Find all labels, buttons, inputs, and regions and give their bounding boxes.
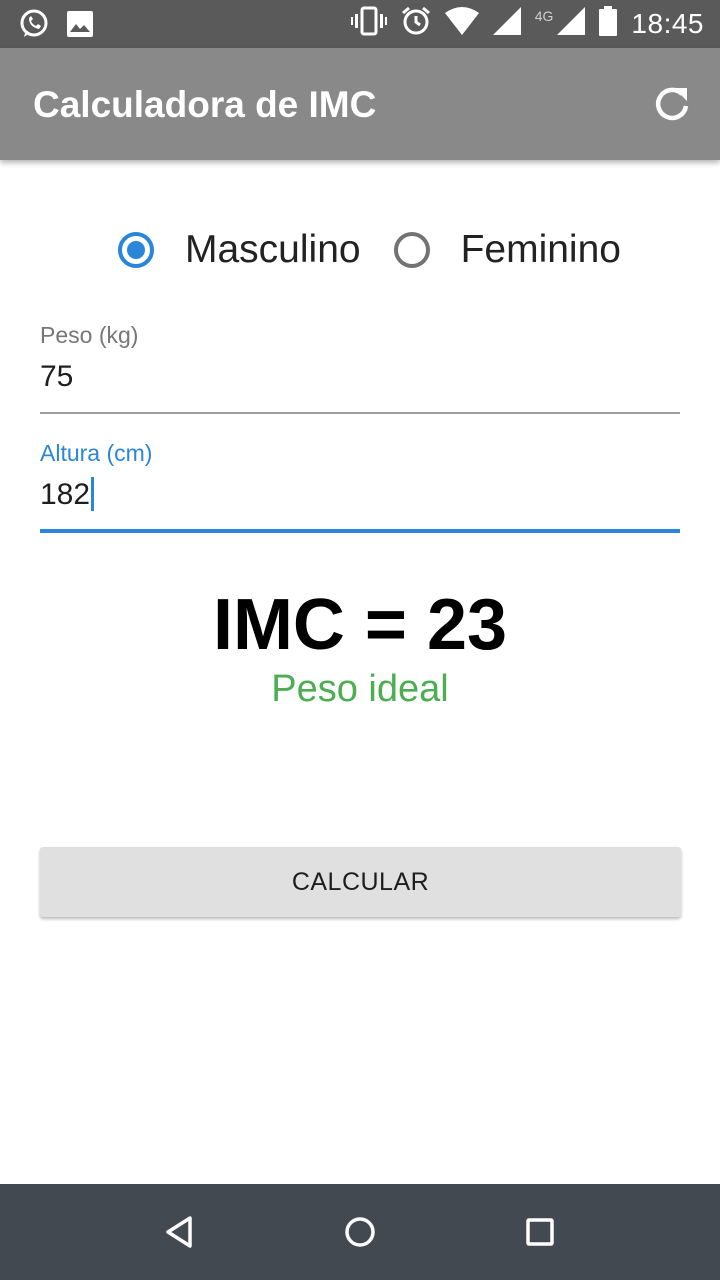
recents-button[interactable] [518, 1210, 562, 1254]
home-icon [345, 1217, 375, 1247]
height-underline [40, 529, 680, 533]
radio-masculino[interactable]: Masculino [118, 228, 361, 272]
weight-underline [40, 412, 680, 414]
vibrate-icon [350, 6, 387, 41]
radio-label-masculino: Masculino [185, 228, 361, 271]
height-value: 182 [40, 478, 91, 511]
refresh-button[interactable] [650, 82, 694, 126]
gender-radio-group: Masculino Feminino [118, 222, 621, 278]
weight-field[interactable]: Peso (kg) 75 [40, 322, 680, 414]
alarm-icon [401, 6, 431, 41]
status-time: 18:45 [631, 7, 704, 39]
calculate-button[interactable]: CALCULAR [40, 847, 681, 917]
radio-unchecked-icon[interactable] [393, 232, 430, 268]
back-icon [166, 1216, 192, 1248]
height-field[interactable]: Altura (cm) 182 [40, 440, 680, 533]
status-bar: 4G 18:45 [0, 0, 720, 48]
refresh-icon [655, 87, 689, 121]
app-title: Calculadora de IMC [33, 84, 377, 125]
signal-icon [492, 7, 521, 40]
app-bar: Calculadora de IMC [0, 48, 720, 160]
back-button[interactable] [158, 1210, 202, 1254]
recents-icon [526, 1218, 554, 1246]
screen: 4G 18:45 Calculadora de IMC Masculino Fe… [0, 0, 720, 1280]
weight-input[interactable]: 75 [40, 357, 680, 397]
radio-label-feminino: Feminino [460, 228, 621, 271]
network-type: 4G [534, 7, 554, 24]
radio-feminino[interactable]: Feminino [393, 228, 621, 272]
battery-icon [599, 6, 618, 41]
weight-value: 75 [40, 360, 74, 393]
height-label: Altura (cm) [40, 440, 153, 466]
imc-status: Peso ideal [271, 668, 449, 710]
wifi-icon [444, 7, 479, 40]
home-button[interactable] [338, 1210, 382, 1254]
gallery-icon [66, 10, 94, 43]
nav-bar [0, 1184, 720, 1280]
radio-checked-icon[interactable] [118, 232, 154, 268]
imc-result: IMC = 23 [212, 585, 508, 665]
weight-label: Peso (kg) [40, 322, 139, 348]
whatsapp-icon [18, 8, 50, 45]
height-input[interactable]: 182 [40, 475, 680, 515]
signal-icon-2 [557, 7, 586, 40]
text-cursor [91, 477, 95, 512]
